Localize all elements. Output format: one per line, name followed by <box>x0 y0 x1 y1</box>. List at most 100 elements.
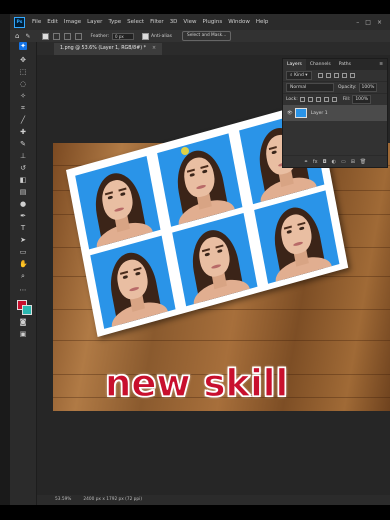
layer-name[interactable]: Layer 1 <box>311 111 328 116</box>
menu-image[interactable]: Image <box>61 19 84 25</box>
menu-help[interactable]: Help <box>253 19 272 25</box>
eraser-tool-icon[interactable]: ◧ <box>19 176 27 184</box>
marquee-tool-icon[interactable]: ⬚ <box>19 68 27 76</box>
photoshop-logo: Ps <box>14 16 25 28</box>
delete-layer-icon[interactable]: 🗑 <box>360 159 366 165</box>
crop-tool-icon[interactable]: ⌗ <box>19 104 27 112</box>
blend-mode-label: Normal <box>290 85 307 90</box>
passport-photo <box>172 212 258 307</box>
clone-stamp-tool-icon[interactable]: ⊥ <box>19 152 27 160</box>
opacity-label: Opacity: <box>338 85 357 90</box>
background-color-swatch[interactable] <box>22 305 32 315</box>
document-tab[interactable]: 1.png @ 53.6% (Layer 1, RGB/8#) * × <box>54 43 163 55</box>
new-layer-icon[interactable]: ⊞ <box>351 159 355 165</box>
quick-selection-tool-icon[interactable]: ✧ <box>19 92 27 100</box>
maximize-icon[interactable]: □ <box>365 19 371 26</box>
subtract-selection-icon[interactable] <box>64 32 72 40</box>
filter-icons <box>317 73 355 78</box>
lock-position-icon[interactable] <box>315 97 321 102</box>
document-dimensions: 2400 px x 1792 px (72 ppi) <box>83 497 143 502</box>
tab-close-icon[interactable]: × <box>152 46 156 51</box>
pen-tool-icon[interactable]: ✒ <box>19 212 27 220</box>
adobe-ai-icon[interactable]: ✦ <box>19 42 27 50</box>
tab-layers[interactable]: Layers <box>283 59 306 70</box>
tools-panel: ✥ ⬚ ◌ ✧ ⌗ ╱ ✚ ✎ ⊥ ↺ ◧ ▤ ● ✒ T ➤ ▭ ✋ ⌕ ⋯ … <box>10 42 37 512</box>
move-tool-icon[interactable]: ✥ <box>19 56 27 64</box>
add-selection-icon[interactable] <box>53 32 61 40</box>
menu-type[interactable]: Type <box>105 19 124 25</box>
menu-plugins[interactable]: Plugins <box>199 19 225 25</box>
eyedropper-tool-icon[interactable]: ╱ <box>19 116 27 124</box>
smart-object-filter-icon[interactable] <box>349 73 355 78</box>
add-mask-icon[interactable]: ◘ <box>323 159 327 165</box>
brush-tool-icon[interactable]: ✎ <box>19 140 27 148</box>
dodge-tool-icon[interactable]: ● <box>19 200 27 208</box>
passport-photo <box>254 190 340 284</box>
quick-mask-icon[interactable]: ◙ <box>19 318 27 326</box>
path-selection-tool-icon[interactable]: ➤ <box>19 236 27 244</box>
fx-icon[interactable]: fx <box>313 159 318 165</box>
menu-layer[interactable]: Layer <box>84 19 105 25</box>
rectangle-tool-icon[interactable]: ▭ <box>19 248 27 256</box>
type-filter-icon[interactable] <box>333 73 339 78</box>
status-bar: 53.59% 2400 px x 1792 px (72 ppi) <box>37 495 390 505</box>
home-icon[interactable]: ⌂ <box>15 32 19 40</box>
menu-3d[interactable]: 3D <box>167 19 181 25</box>
new-group-icon[interactable]: ▭ <box>341 159 346 165</box>
kind-filter-select[interactable]: ⌕ Kind ▾ <box>286 71 312 80</box>
filter-row: ⌕ Kind ▾ <box>283 70 387 82</box>
hand-tool-icon[interactable]: ✋ <box>19 260 28 268</box>
lock-pixels-icon[interactable] <box>307 97 313 102</box>
bottom-black-bar <box>0 505 390 520</box>
window-controls: – □ × <box>356 19 390 26</box>
lock-transparent-icon[interactable] <box>299 97 305 102</box>
link-layers-icon[interactable]: ⚭ <box>304 159 308 165</box>
menu-bar: Ps File Edit Image Layer Type Select Fil… <box>10 14 390 30</box>
lock-all-icon[interactable] <box>331 97 337 102</box>
panel-menu-icon[interactable]: ≡ <box>379 62 387 67</box>
pixel-filter-icon[interactable] <box>317 73 323 78</box>
opacity-input[interactable]: 100% <box>358 83 378 92</box>
menu-select[interactable]: Select <box>124 19 147 25</box>
zoom-level[interactable]: 53.59% <box>55 495 71 505</box>
eye-icon[interactable]: 👁 <box>287 111 293 116</box>
intersect-selection-icon[interactable] <box>75 32 83 40</box>
screen-mode-icon[interactable]: ▣ <box>19 330 27 338</box>
new-selection-icon[interactable] <box>42 32 50 40</box>
antialias-checkbox[interactable] <box>142 32 150 40</box>
zoom-tool-icon[interactable]: ⌕ <box>19 272 27 280</box>
type-tool-icon[interactable]: T <box>19 224 27 232</box>
shape-filter-icon[interactable] <box>341 73 347 78</box>
tab-paths[interactable]: Paths <box>335 59 355 70</box>
fill-input[interactable]: 100% <box>352 95 372 104</box>
layer-item[interactable]: 👁 Layer 1 <box>283 105 387 121</box>
lock-artboard-icon[interactable] <box>323 97 329 102</box>
passport-photo <box>157 133 243 227</box>
menu-view[interactable]: View <box>180 19 199 25</box>
lasso-tool-preset-icon[interactable]: ✎ <box>25 33 30 40</box>
fill-label: Fill: <box>342 97 351 102</box>
feather-input[interactable]: 0 px <box>112 32 135 40</box>
healing-brush-tool-icon[interactable]: ✚ <box>19 128 27 136</box>
layers-panel-tabs: Layers Channels Paths ≡ <box>283 59 387 70</box>
gradient-tool-icon[interactable]: ▤ <box>19 188 27 196</box>
menu-filter[interactable]: Filter <box>147 19 167 25</box>
select-and-mask-button[interactable]: Select and Mask... <box>181 31 232 41</box>
lasso-tool-icon[interactable]: ◌ <box>19 80 27 88</box>
antialias-label: Anti-alias <box>151 33 172 39</box>
adjustment-filter-icon[interactable] <box>325 73 331 78</box>
blend-mode-select[interactable]: Normal <box>286 83 334 92</box>
layer-thumbnail <box>294 108 307 118</box>
menu-edit[interactable]: Edit <box>44 19 61 25</box>
top-black-bar <box>0 0 390 14</box>
more-tools-icon[interactable]: ⋯ <box>19 286 27 294</box>
menu-window[interactable]: Window <box>225 19 253 25</box>
minimize-icon[interactable]: – <box>356 19 359 26</box>
adjustment-layer-icon[interactable]: ◐ <box>332 159 336 165</box>
close-icon[interactable]: × <box>377 19 382 26</box>
lock-icons <box>299 97 337 102</box>
overlay-caption: new skill <box>104 361 289 405</box>
history-brush-tool-icon[interactable]: ↺ <box>19 164 27 172</box>
tab-channels[interactable]: Channels <box>306 59 335 70</box>
menu-file[interactable]: File <box>29 19 44 25</box>
